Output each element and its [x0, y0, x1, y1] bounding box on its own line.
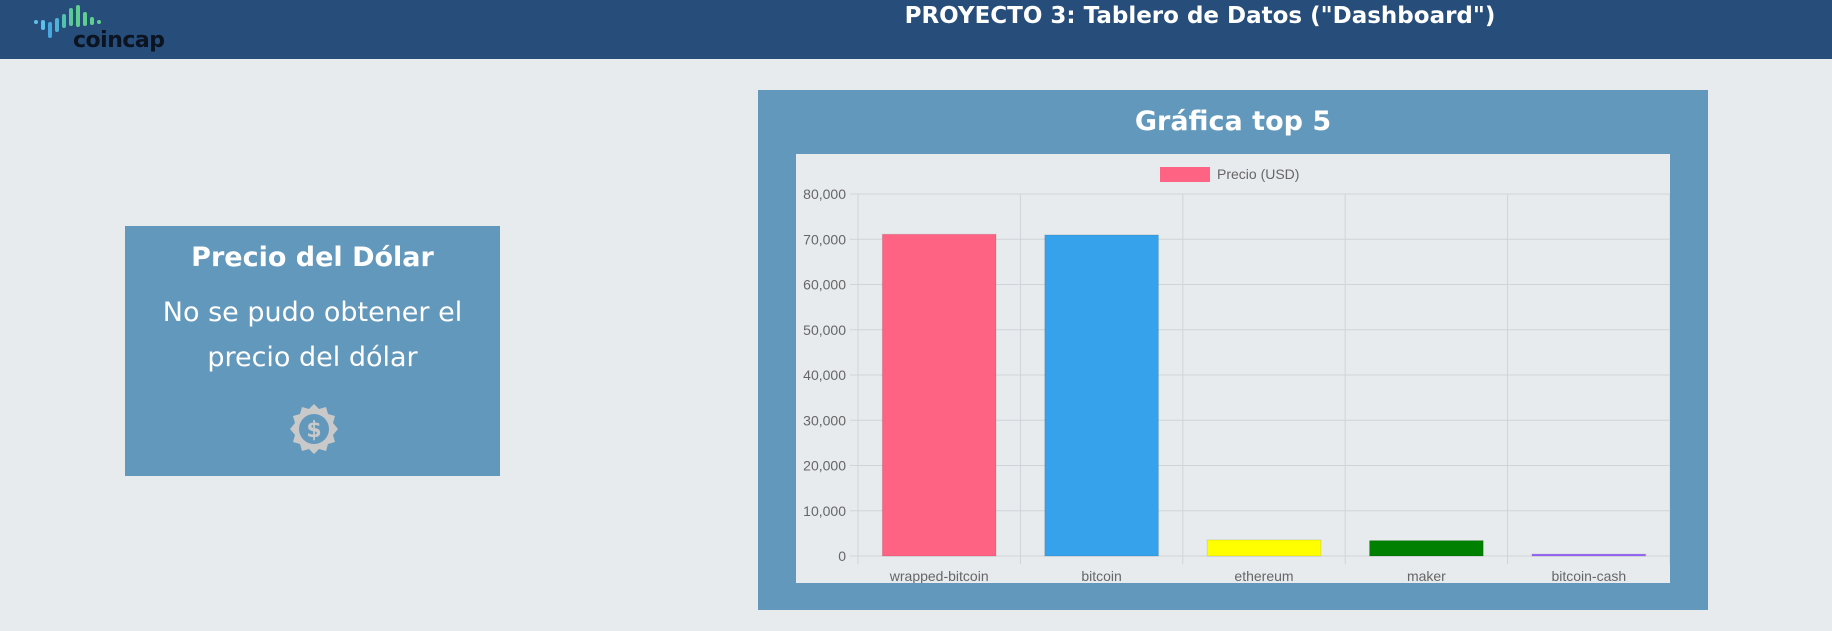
- dollar-price-card: Precio del Dólar No se pudo obtener el p…: [125, 226, 500, 476]
- bar-wrapped-bitcoin: [881, 233, 997, 557]
- bar-bitcoin: [1044, 234, 1159, 557]
- y-tick-label: 60,000: [803, 277, 846, 293]
- logo-text: coincap: [73, 28, 165, 53]
- dollar-badge-icon: $: [290, 404, 338, 454]
- y-tick-label: 10,000: [803, 503, 846, 519]
- chart-panel-title: Gráfica top 5: [1134, 106, 1332, 137]
- x-tick-label: wrapped-bitcoin: [889, 568, 989, 583]
- x-tick-label: bitcoin: [1081, 568, 1121, 583]
- bar-ethereum: [1206, 539, 1322, 557]
- bar-bitcoin-cash: [1531, 553, 1647, 557]
- x-tick-label: bitcoin-cash: [1551, 568, 1626, 583]
- dollar-card-title: Precio del Dólar: [191, 242, 434, 273]
- coincap-logo[interactable]: coincap: [34, 2, 174, 54]
- y-tick-label: 40,000: [803, 367, 846, 383]
- y-tick-label: 70,000: [803, 231, 846, 247]
- y-tick-label: 20,000: [803, 458, 846, 474]
- y-tick-label: 0: [838, 548, 846, 564]
- bar-chart-svg: 0 10,000 20,000 30,000 40,000 50,000 60,000 70,…: [803, 166, 1670, 583]
- legend-swatch: [1160, 167, 1210, 182]
- top-navbar: coincap PROYECTO 3: Tablero de Datos ("D…: [0, 0, 1832, 59]
- chart-panel: Gráfica top 5 0 10,000 20,000 30,000 40,000 5…: [758, 90, 1708, 610]
- x-tick-label: ethereum: [1234, 568, 1293, 583]
- y-tick-label: 50,000: [803, 322, 846, 338]
- bar-chart: 0 10,000 20,000 30,000 40,000 50,000 60,000 70,…: [796, 154, 1670, 583]
- bar-maker: [1369, 540, 1484, 557]
- page-title: PROYECTO 3: Tablero de Datos ("Dashboard…: [904, 3, 1496, 29]
- x-tick-label: maker: [1407, 568, 1446, 583]
- dollar-card-message: No se pudo obtener el precio del dólar: [162, 297, 463, 373]
- svg-text:$: $: [306, 418, 321, 443]
- y-tick-label: 80,000: [803, 186, 846, 202]
- y-tick-label: 30,000: [803, 412, 846, 428]
- legend-label: Precio (USD): [1217, 166, 1299, 182]
